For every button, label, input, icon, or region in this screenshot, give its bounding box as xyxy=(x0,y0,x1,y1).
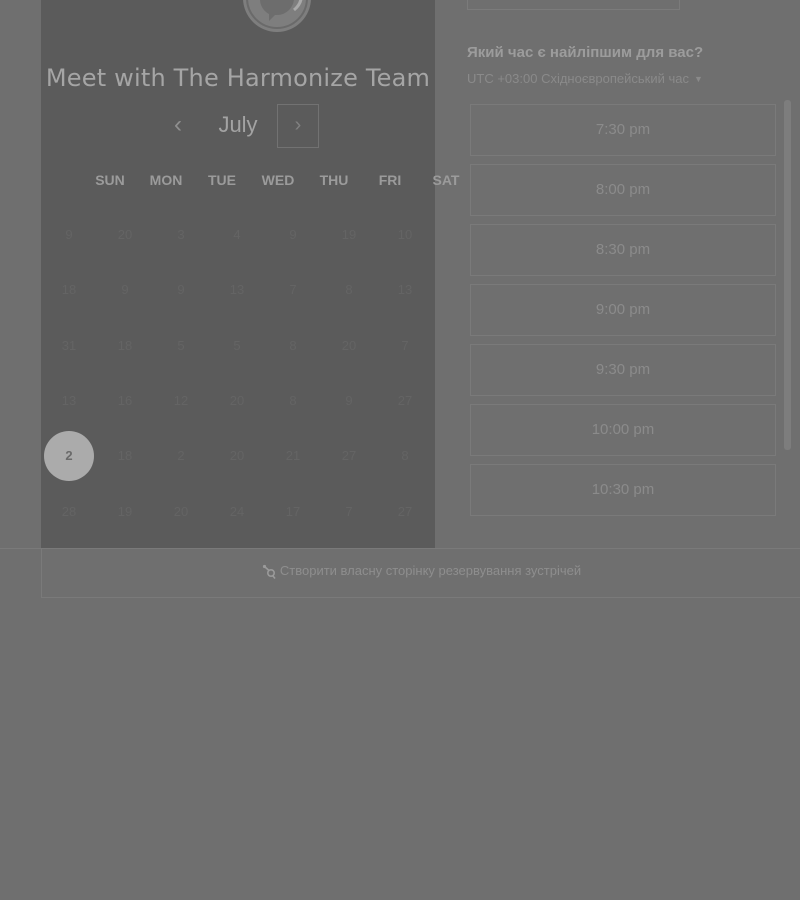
calendar-day: 7 xyxy=(401,338,409,353)
month-label: July xyxy=(218,112,258,137)
calendar-day: 8 xyxy=(289,393,297,408)
time-slot-button[interactable]: 8:30 pm xyxy=(470,224,776,276)
calendar-day: 27 xyxy=(397,393,413,408)
calendar-day: 3 xyxy=(177,227,185,242)
calendar-day: 19 xyxy=(117,504,133,519)
calendar-day: 20 xyxy=(229,448,245,463)
calendar-day: 31 xyxy=(61,338,77,353)
calendar-day: 12 xyxy=(173,393,189,408)
calendar-day: 8 xyxy=(289,338,297,353)
team-avatar xyxy=(243,0,311,32)
calendar-day: 20 xyxy=(173,504,189,519)
weekday-label: WED xyxy=(261,172,295,188)
calendar-day: 28 xyxy=(61,504,77,519)
calendar-day: 9 xyxy=(289,227,297,242)
weekday-label: TUE xyxy=(208,172,236,188)
calendar-day: 13 xyxy=(229,282,245,297)
chat-bubble-icon xyxy=(243,0,311,32)
calendar-day: 19 xyxy=(341,227,357,242)
caret-down-icon: ▼ xyxy=(693,74,703,84)
calendar-day: 2 xyxy=(177,448,185,463)
time-slot-button[interactable]: 7:30 pm xyxy=(470,104,776,156)
time-slot-button[interactable]: 8:00 pm xyxy=(470,164,776,216)
calendar-day: 7 xyxy=(289,282,297,297)
calendar-day: 10 xyxy=(397,227,413,242)
calendar-day: 8 xyxy=(401,448,409,463)
calendar-day: 18 xyxy=(117,448,133,463)
calendar-day: 27 xyxy=(397,504,413,519)
calendar-day: 9 xyxy=(345,393,353,408)
calendar-day: 21 xyxy=(285,448,301,463)
weekday-header: SUN MON TUE WED THU FRI SAT xyxy=(41,172,459,192)
calendar-day: 7 xyxy=(345,504,353,519)
calendar-day: 18 xyxy=(117,338,133,353)
sprocket-icon xyxy=(262,564,276,579)
timezone-label: UTC +03:00 Східноєвропейський час xyxy=(467,71,689,86)
time-slot-list: 7:30 pm 8:00 pm 8:30 pm 9:00 pm 9:30 pm … xyxy=(470,104,776,524)
footer-link-text: Створити власну сторінку резервування зу… xyxy=(279,563,582,578)
calendar-day: 13 xyxy=(61,393,77,408)
calendar-day: 24 xyxy=(229,504,245,519)
calendar-day: 17 xyxy=(285,504,301,519)
month-navigation: ‹ July › xyxy=(41,104,435,148)
calendar-day: 20 xyxy=(341,338,357,353)
time-slot-button[interactable]: 9:30 pm xyxy=(470,344,776,396)
calendar-day: 9 xyxy=(177,282,185,297)
top-field[interactable] xyxy=(467,0,680,10)
calendar-day: 9 xyxy=(121,282,129,297)
calendar-day: 5 xyxy=(177,338,185,353)
calendar-day: 20 xyxy=(117,227,133,242)
time-question: Який час є найліпшим для вас? xyxy=(467,44,704,61)
weekday-label: SUN xyxy=(95,172,125,188)
previous-month-button[interactable]: ‹ xyxy=(167,106,189,146)
timezone-dropdown[interactable]: UTC +03:00 Східноєвропейський час ▼ xyxy=(467,71,703,86)
create-booking-page-link[interactable]: Створити власну сторінку резервування зу… xyxy=(41,548,800,598)
booking-page: Meet with The Harmonize Team ‹ July › SU… xyxy=(0,0,800,900)
time-slot-scrollbar[interactable] xyxy=(784,100,791,450)
calendar-day: 8 xyxy=(345,282,353,297)
weekday-label: FRI xyxy=(378,172,402,188)
weekday-label: MON xyxy=(149,172,183,188)
calendar-day: 5 xyxy=(233,338,241,353)
next-month-button[interactable]: › xyxy=(277,104,319,148)
calendar-day: 20 xyxy=(229,393,245,408)
weekday-label: THU xyxy=(319,172,349,188)
calendar-day-selected[interactable]: 2 xyxy=(44,431,94,481)
meeting-title: Meet with The Harmonize Team xyxy=(45,64,431,92)
calendar-days: 9 20 3 4 9 19 10 18 9 9 13 7 8 13 31 18 5 5 8 20 7 13 16 12 20 8 9… xyxy=(41,210,435,540)
calendar-day: 13 xyxy=(397,282,413,297)
calendar-day: 4 xyxy=(233,227,241,242)
time-slot-button[interactable]: 10:30 pm xyxy=(470,464,776,516)
time-slot-button[interactable]: 10:00 pm xyxy=(470,404,776,456)
time-slot-button[interactable]: 9:00 pm xyxy=(470,284,776,336)
calendar-panel: Meet with The Harmonize Team ‹ July › SU… xyxy=(41,0,459,548)
weekday-label: SAT xyxy=(432,172,460,188)
calendar-day: 18 xyxy=(61,282,77,297)
calendar-day: 16 xyxy=(117,393,133,408)
calendar-day: 27 xyxy=(341,448,357,463)
calendar-day: 9 xyxy=(65,227,73,242)
